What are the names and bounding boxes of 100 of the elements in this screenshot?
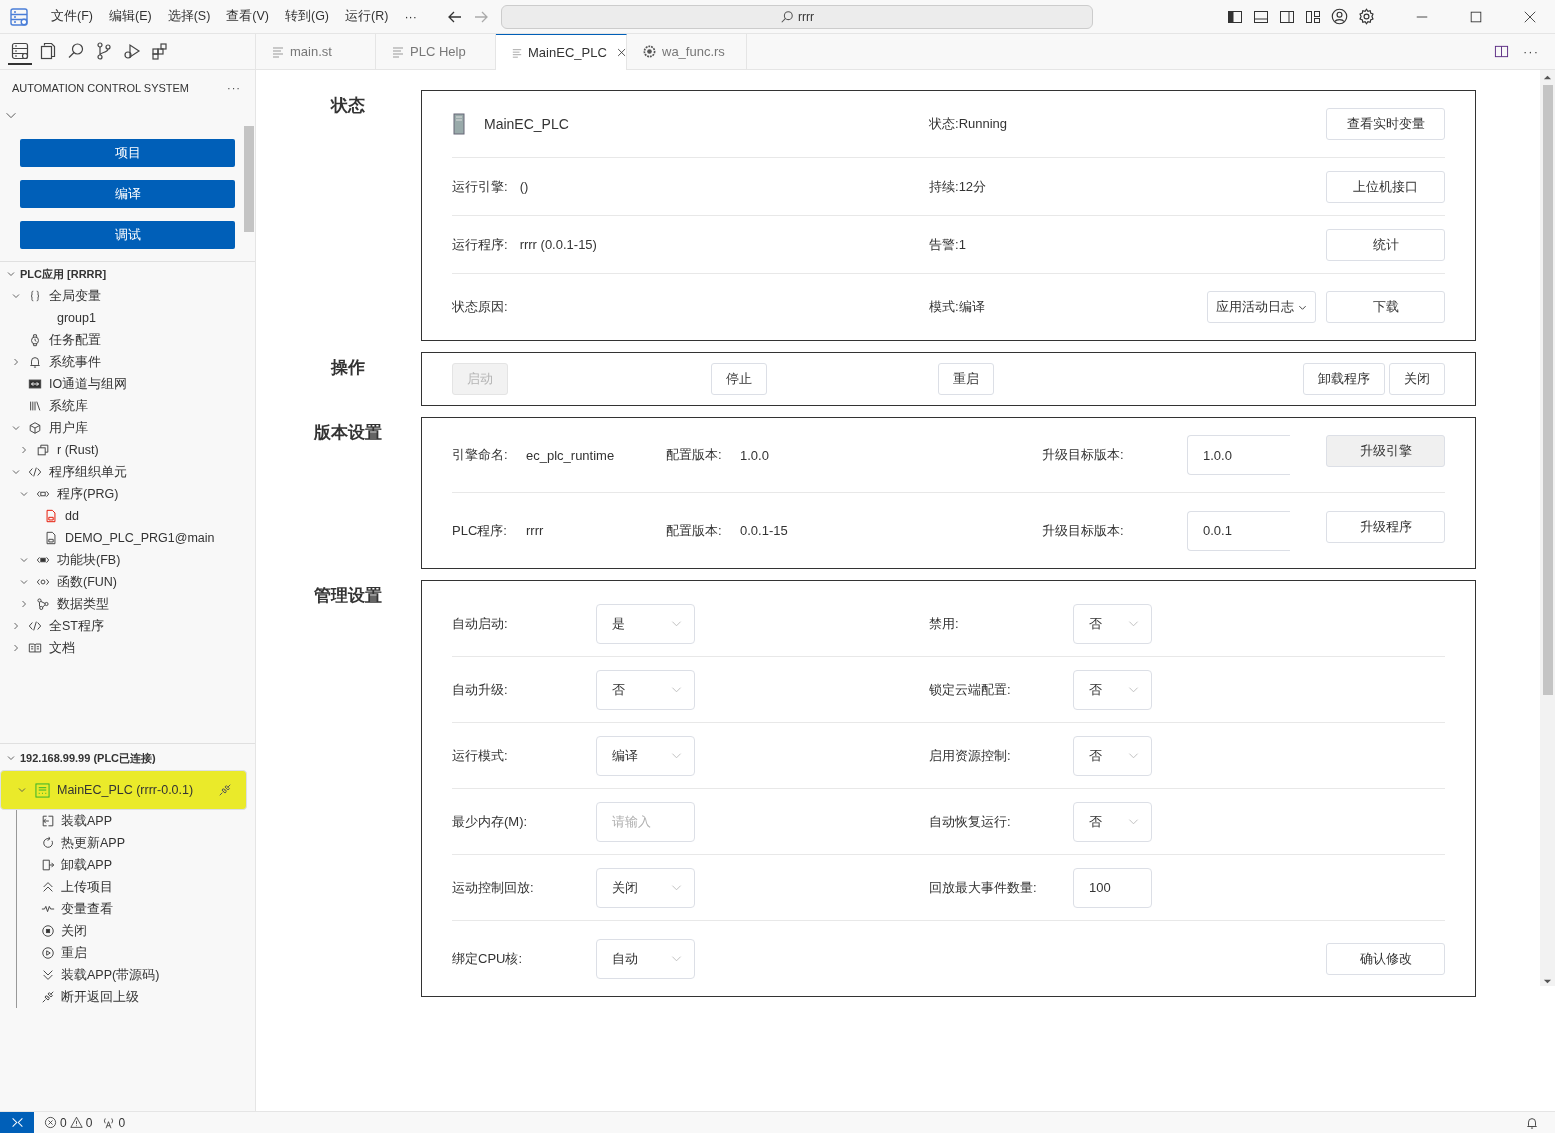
menu-item[interactable]: 查看(V) xyxy=(218,8,277,25)
double-chevron-up-icon xyxy=(41,880,55,894)
tree-item[interactable]: 全局变量 xyxy=(0,285,255,307)
action-button[interactable]: 查看实时变量 xyxy=(1326,108,1445,140)
tree-item[interactable]: 全ST程序 xyxy=(0,615,255,637)
select-field[interactable]: 否 xyxy=(1073,603,1152,644)
action-item[interactable]: 断开返回上级 xyxy=(17,986,255,1008)
tree-item[interactable]: 程序组织单元 xyxy=(0,461,255,483)
select-field[interactable]: 否 xyxy=(1073,669,1152,710)
select-field[interactable]: 编译 xyxy=(596,735,695,776)
settings-icon[interactable] xyxy=(1358,8,1375,25)
problems-button[interactable]: 0 0 xyxy=(44,1115,93,1130)
tree-item[interactable]: 系统库 xyxy=(0,395,255,417)
tree-item[interactable]: dd xyxy=(0,505,255,527)
split-editor-icon[interactable] xyxy=(1494,44,1509,59)
action-button[interactable]: 关闭 xyxy=(1389,363,1445,395)
tree-item[interactable]: DEMO_PLC_PRG1@main xyxy=(0,527,255,549)
tree-item[interactable]: 程序(PRG) xyxy=(0,483,255,505)
menu-item[interactable]: 运行(R) xyxy=(337,8,397,25)
upgrade-button[interactable]: 升级程序 xyxy=(1326,510,1445,543)
action-item[interactable]: 上传项目 xyxy=(17,876,255,898)
select-field[interactable]: 否 xyxy=(1073,735,1152,776)
field-label: 模式: xyxy=(929,299,959,314)
dropdown-button[interactable]: 应用活动日志 xyxy=(1207,291,1316,323)
tree-item[interactable]: 用户库 xyxy=(0,417,255,439)
bell-icon[interactable] xyxy=(1525,1115,1539,1130)
plug-icon[interactable] xyxy=(218,783,232,797)
action-button[interactable]: 统计 xyxy=(1326,228,1445,261)
version-select[interactable]: 1.0.0 xyxy=(1187,435,1290,475)
search-field[interactable]: rrrr xyxy=(500,4,1093,29)
scroll-down-icon[interactable] xyxy=(1543,977,1552,986)
action-item[interactable]: 变量查看 xyxy=(17,898,255,920)
select-field[interactable]: 是 xyxy=(596,603,695,644)
version-select[interactable]: 0.0.1 xyxy=(1187,510,1290,551)
ports-button[interactable]: 0 xyxy=(102,1115,126,1130)
tree-item[interactable]: group1 xyxy=(0,307,255,329)
scrollbar-thumb[interactable] xyxy=(244,126,254,232)
action-item[interactable]: 卸载APP xyxy=(17,854,255,876)
tree-item[interactable]: 数据类型 xyxy=(0,593,255,615)
action-button[interactable]: 重启 xyxy=(938,363,994,395)
action-button[interactable]: 卸载程序 xyxy=(1303,363,1385,395)
sidebar-button[interactable]: 调试 xyxy=(20,221,235,249)
confirm-button[interactable]: 确认修改 xyxy=(1326,942,1445,975)
editor-tab[interactable]: main.st xyxy=(256,34,376,69)
sidebar-button[interactable]: 编译 xyxy=(20,180,235,208)
tree-item[interactable]: 功能块(FB) xyxy=(0,549,255,571)
action-item[interactable]: 重启 xyxy=(17,942,255,964)
account-icon[interactable] xyxy=(1331,8,1348,25)
scroll-up-icon[interactable] xyxy=(1543,73,1552,82)
menu-item[interactable]: 编辑(E) xyxy=(100,8,160,25)
scrollbar[interactable] xyxy=(1540,70,1555,986)
select-field[interactable]: 否 xyxy=(1073,801,1152,842)
action-button[interactable]: 下载 xyxy=(1326,291,1445,323)
tree-item[interactable]: IO通道与组网 xyxy=(0,373,255,395)
action-item[interactable]: 关闭 xyxy=(17,920,255,942)
menu-item[interactable]: 文件(F) xyxy=(43,8,101,25)
field-label: 状态: xyxy=(929,116,959,131)
action-item[interactable]: 热更新APP xyxy=(17,832,255,854)
action-button[interactable]: 上位机接口 xyxy=(1326,170,1445,203)
input-field[interactable]: 100 xyxy=(1073,867,1152,908)
action-button[interactable]: 停止 xyxy=(711,363,767,395)
tree-item[interactable]: 系统事件 xyxy=(0,351,255,373)
close-icon[interactable] xyxy=(1523,9,1537,24)
action-item[interactable]: 装载APP(带源码) xyxy=(17,964,255,986)
sidebar-layout-icon[interactable] xyxy=(1227,8,1243,25)
more-button[interactable]: ··· xyxy=(1523,44,1539,59)
device-icon xyxy=(452,112,466,136)
field-label: 自动升级: xyxy=(452,680,509,699)
select-field[interactable]: 自动 xyxy=(596,938,695,979)
remote-button[interactable] xyxy=(0,1112,34,1133)
select-field[interactable]: 关闭 xyxy=(596,867,695,908)
editor-tab[interactable]: MainEC_PLC xyxy=(496,34,627,70)
upgrade-button[interactable]: 升级引擎 xyxy=(1326,435,1445,467)
tree-item[interactable]: 函数(FUN) xyxy=(0,571,255,593)
close-icon[interactable] xyxy=(616,47,626,58)
braces-icon xyxy=(28,289,42,303)
sidebar-button[interactable]: 项目 xyxy=(20,139,235,167)
menu-item[interactable]: 转到(G) xyxy=(277,8,338,25)
more-button[interactable]: ··· xyxy=(227,82,241,94)
io-port-icon xyxy=(28,377,42,391)
panel-layout-icon[interactable] xyxy=(1253,8,1269,25)
editor-tab[interactable]: wa_func.rs xyxy=(627,34,747,69)
play-circle-icon xyxy=(41,946,55,960)
tree-item[interactable]: r (Rust) xyxy=(0,439,255,461)
field-value: 12分 xyxy=(958,178,987,194)
device-item[interactable]: MainEC_PLC (rrrr-0.0.1) xyxy=(0,770,247,810)
menu-item[interactable]: 选择(S) xyxy=(159,8,219,25)
field-label: 最少内存(M): xyxy=(452,812,529,831)
menu-item[interactable]: ··· xyxy=(396,9,425,24)
select-field[interactable]: 否 xyxy=(596,669,695,710)
section-heading: 状态 xyxy=(329,95,366,117)
grid-layout-icon[interactable] xyxy=(1305,8,1321,25)
tree-section-header[interactable]: PLC应用 [RRRR] xyxy=(0,263,255,285)
action-item[interactable]: 装载APP xyxy=(17,810,255,832)
split-layout-icon[interactable] xyxy=(1279,8,1295,25)
tree-item[interactable]: 文档 xyxy=(0,637,255,659)
file-icon xyxy=(44,531,58,545)
maximize-icon[interactable] xyxy=(1469,9,1483,24)
tree-item[interactable]: 任务配置 xyxy=(0,329,255,351)
remote-icon xyxy=(10,1116,24,1129)
